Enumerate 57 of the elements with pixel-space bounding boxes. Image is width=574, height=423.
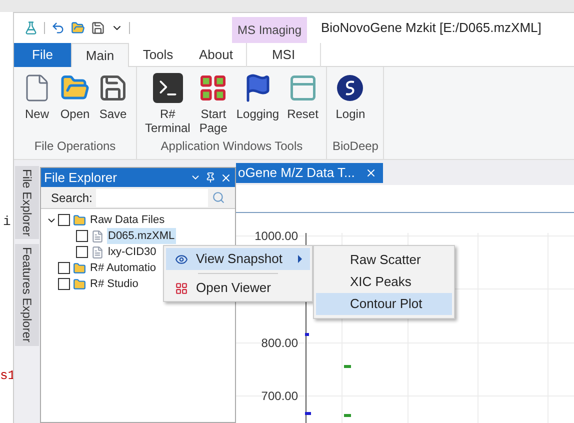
checkbox[interactable] [76, 246, 88, 258]
context-group-header: MS Imaging [232, 17, 307, 43]
tree-item[interactable]: D065.mzXML [107, 228, 176, 244]
group-label: BioDeep [332, 138, 378, 155]
window-title: BioNovoGene Mzkit [E:/D065.mzXML] [321, 19, 542, 38]
ribbon-button[interactable]: Start Page [195, 73, 232, 137]
ribbon-button[interactable]: Reset [284, 73, 322, 137]
ribbon-button[interactable]: New [19, 73, 55, 137]
checkbox[interactable] [76, 230, 88, 242]
search-field[interactable] [96, 188, 208, 206]
group-label: File Operations [33, 138, 117, 155]
undo-icon[interactable] [51, 21, 65, 35]
folder-icon [73, 278, 86, 290]
colored-blocks-icon [198, 73, 228, 103]
document-icon [91, 246, 104, 258]
folder-icon [73, 262, 86, 274]
checkbox[interactable] [58, 278, 70, 290]
pin-icon[interactable] [205, 172, 216, 183]
menu-item[interactable]: XIC Peaks [316, 271, 452, 293]
window-icon [288, 73, 318, 103]
document-tab[interactable]: oGene M/Z Data T... [236, 163, 383, 183]
terminal-icon [152, 73, 183, 103]
search-label: Search: [51, 190, 92, 206]
checkbox[interactable] [58, 262, 70, 274]
tree-item[interactable]: Raw Data Files [89, 212, 166, 228]
tree-item[interactable]: lxy-CID30 [107, 244, 158, 260]
ribbon-tab[interactable]: Tools [129, 43, 187, 67]
ribbon-button[interactable]: Open [57, 73, 93, 137]
ribbon-tab[interactable]: About [187, 43, 245, 67]
ribbon-button[interactable]: Logging [233, 73, 282, 137]
group-label: Application Windows Tools [160, 138, 304, 155]
close-icon[interactable] [364, 167, 377, 179]
close-icon[interactable] [220, 172, 232, 184]
side-tab[interactable]: File Explorer [15, 166, 39, 240]
menu-item[interactable]: Open Viewer [166, 277, 310, 299]
ribbon-tab[interactable]: Main [71, 43, 129, 67]
checkbox[interactable] [58, 214, 70, 226]
menu-item[interactable]: Contour Plot [316, 293, 452, 315]
eye-icon [174, 252, 188, 266]
colored-blocks-icon [174, 282, 188, 294]
panel-title: File Explorer [44, 168, 117, 187]
tree-item[interactable]: R# Studio [89, 276, 140, 292]
ribbon-button[interactable]: Save [95, 73, 131, 137]
search-icon[interactable] [212, 191, 225, 204]
tree-item[interactable]: R# Automatio [89, 260, 158, 276]
folder-icon [73, 214, 86, 226]
document-icon [91, 230, 104, 242]
menu-item[interactable]: Raw Scatter [316, 249, 452, 271]
background-text: i [2, 213, 12, 231]
ribbon-button[interactable]: R# Terminal [142, 73, 194, 137]
folder-icon[interactable] [71, 21, 85, 35]
ribbon-button[interactable]: Login [332, 73, 368, 137]
menu-item[interactable]: View Snapshot [166, 248, 310, 270]
ribbon-tab[interactable]: File [14, 43, 71, 67]
flask-icon[interactable] [24, 21, 38, 35]
side-tab[interactable]: Features Explorer [15, 244, 39, 346]
circle-logo-icon [335, 73, 366, 103]
